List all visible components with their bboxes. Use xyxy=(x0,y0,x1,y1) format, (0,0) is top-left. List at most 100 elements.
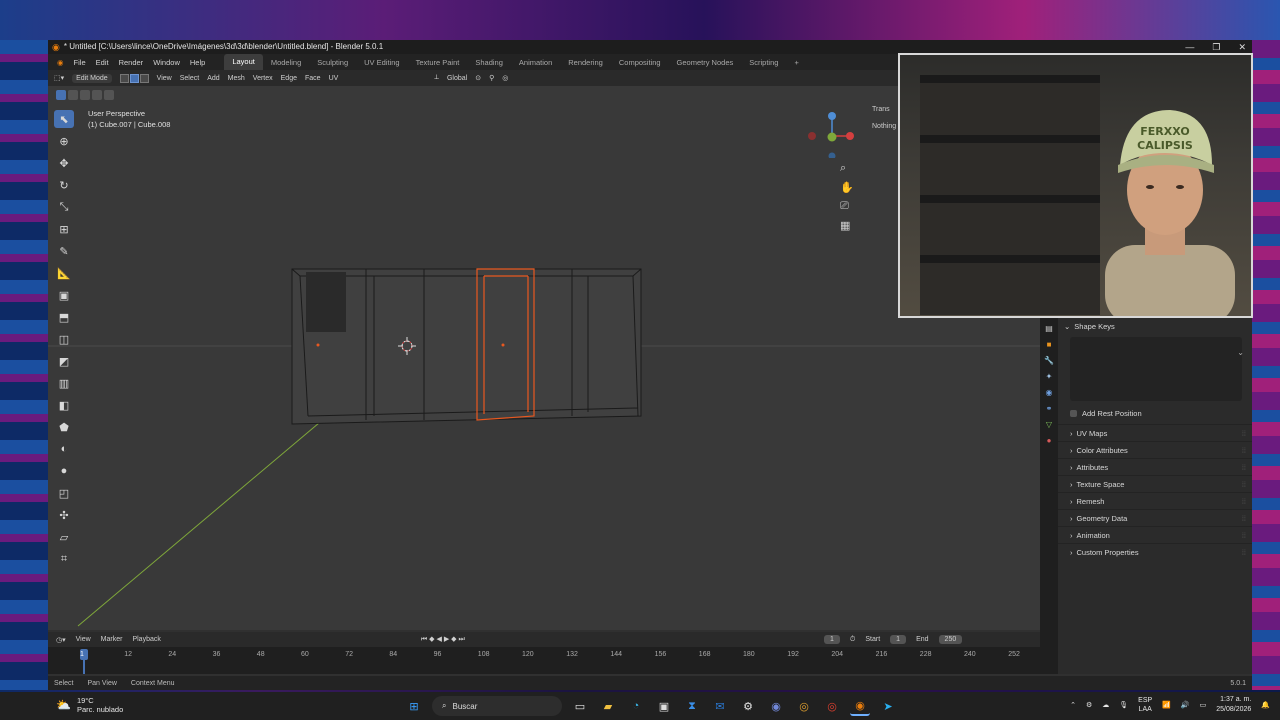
jump-start-icon[interactable]: ⏮ xyxy=(421,636,427,643)
drag-grip-icon[interactable]: ⁞⁞ xyxy=(1242,476,1246,493)
menu-edit[interactable]: Edit xyxy=(91,58,114,67)
shear-tool-icon[interactable]: ▱ xyxy=(54,528,74,546)
shape-keys-panel-header[interactable]: ⌄ Shape Keys xyxy=(1058,318,1252,335)
shape-key-specials-icon[interactable]: ⌄ xyxy=(1237,348,1244,357)
tab-sculpting[interactable]: Sculpting xyxy=(309,58,356,67)
annotate-tool-icon[interactable]: ✎ xyxy=(54,242,74,260)
editor-type-icon[interactable]: ⬚▾ xyxy=(54,74,64,82)
tray-chevron-icon[interactable]: ⌃ xyxy=(1070,701,1076,709)
prev-key-icon[interactable]: ◆ xyxy=(429,636,434,643)
smooth-tool-icon[interactable]: ● xyxy=(54,462,74,480)
scale-tool-icon[interactable]: ⤡ xyxy=(54,198,74,216)
timeline-ruler[interactable]: 1 12 24 36 48 60 72 84 96 108 120 132 144 156 168 180 19… xyxy=(48,647,1040,674)
timeline-menu-view[interactable]: View xyxy=(76,636,91,643)
maximize-button[interactable]: ❐ xyxy=(1212,40,1220,54)
poly-build-tool-icon[interactable]: ⬟ xyxy=(54,418,74,436)
tab-modeling[interactable]: Modeling xyxy=(263,58,309,67)
tray-mic-icon[interactable]: 🎙 xyxy=(1119,701,1128,709)
menu-add[interactable]: Add xyxy=(207,75,219,82)
menu-select[interactable]: Select xyxy=(180,75,199,82)
drag-grip-icon[interactable]: ⁞⁞ xyxy=(1242,442,1246,459)
object-props-icon[interactable]: ■ xyxy=(1047,340,1052,349)
tab-shading[interactable]: Shading xyxy=(467,58,511,67)
data-props-icon[interactable]: ▽ xyxy=(1046,420,1052,429)
pivot-icon[interactable]: ⊙ xyxy=(475,74,481,82)
bevel-tool-icon[interactable]: ◩ xyxy=(54,352,74,370)
discord-icon[interactable]: ◉ xyxy=(766,696,786,716)
mode-dropdown[interactable]: Edit Mode xyxy=(72,73,112,83)
outlook-icon[interactable]: ✉ xyxy=(710,696,730,716)
camera-view-icon[interactable]: ⎚ xyxy=(840,200,854,213)
minimize-button[interactable]: — xyxy=(1185,40,1194,54)
modifier-props-icon[interactable]: 🔧 xyxy=(1044,356,1054,365)
close-button[interactable]: ✕ xyxy=(1238,40,1246,54)
inset-tool-icon[interactable]: ◫ xyxy=(54,330,74,348)
perspective-grid-icon[interactable]: ▦ xyxy=(840,219,854,232)
drag-grip-icon[interactable]: ⁞⁞ xyxy=(1242,493,1246,510)
tab-uv-editing[interactable]: UV Editing xyxy=(356,58,407,67)
shape-keys-list[interactable] xyxy=(1070,337,1242,401)
measure-tool-icon[interactable]: 📐 xyxy=(54,264,74,282)
panel-attributes[interactable]: › Attributes ⁞⁞ xyxy=(1058,458,1252,475)
select-extend-icon[interactable] xyxy=(68,90,78,100)
task-view-icon[interactable]: ▭ xyxy=(570,696,590,716)
panel-texture-space[interactable]: › Texture Space ⁞⁞ xyxy=(1058,475,1252,492)
chrome-icon[interactable]: ◎ xyxy=(794,696,814,716)
panel-custom-properties[interactable]: › Custom Properties ⁞⁞ xyxy=(1058,543,1252,560)
select-intersect-icon[interactable] xyxy=(104,90,114,100)
taskbar-search[interactable]: ⌕ Buscar xyxy=(432,696,562,716)
tray-cloud-icon[interactable]: ☁ xyxy=(1102,701,1109,709)
panel-geometry-data[interactable]: › Geometry Data ⁞⁞ xyxy=(1058,509,1252,526)
chrome-profile-icon[interactable]: ◎ xyxy=(822,696,842,716)
select-invert-icon[interactable] xyxy=(92,90,102,100)
face-select-icon[interactable] xyxy=(139,73,149,83)
add-rest-position-row[interactable]: Add Rest Position xyxy=(1058,401,1252,424)
panel-remesh[interactable]: › Remesh ⁞⁞ xyxy=(1058,492,1252,509)
sidebar-transform-panel[interactable]: Trans Nothing xyxy=(872,106,896,130)
edge-select-icon[interactable] xyxy=(129,73,139,83)
add-cube-tool-icon[interactable]: ▣ xyxy=(54,286,74,304)
pan-hand-icon[interactable]: ✋ xyxy=(840,181,854,194)
play-icon[interactable]: ▶ xyxy=(444,636,449,643)
tab-layout[interactable]: Layout xyxy=(224,54,263,70)
menu-window[interactable]: Window xyxy=(148,58,185,67)
current-frame-field[interactable]: 1 xyxy=(824,635,840,644)
pen-app-icon[interactable]: ➤ xyxy=(878,696,898,716)
extrude-tool-icon[interactable]: ⬒ xyxy=(54,308,74,326)
battery-icon[interactable]: ▭ xyxy=(1200,701,1207,709)
select-box-icon[interactable] xyxy=(56,90,66,100)
notification-bell-icon[interactable]: 🔔 xyxy=(1261,701,1270,709)
material-props-icon[interactable]: ● xyxy=(1047,436,1052,445)
tab-rendering[interactable]: Rendering xyxy=(560,58,611,67)
loop-cut-tool-icon[interactable]: ▥ xyxy=(54,374,74,392)
select-tool-icon[interactable]: ⬉ xyxy=(54,110,74,128)
settings-gear-icon[interactable]: ⚙ xyxy=(738,696,758,716)
particle-props-icon[interactable]: ✦ xyxy=(1046,372,1053,381)
menu-help[interactable]: Help xyxy=(185,58,210,67)
wifi-icon[interactable]: 📶 xyxy=(1162,701,1171,709)
move-tool-icon[interactable]: ✥ xyxy=(54,154,74,172)
3d-viewport[interactable]: User Perspective (1) Cube.007 | Cube.008… xyxy=(48,86,1040,630)
drag-grip-icon[interactable]: ⁞⁞ xyxy=(1242,527,1246,544)
tab-texture-paint[interactable]: Texture Paint xyxy=(408,58,468,67)
proportional-edit-icon[interactable]: ◎ xyxy=(502,74,508,82)
physics-props-icon[interactable]: ◉ xyxy=(1046,388,1053,397)
tab-scripting[interactable]: Scripting xyxy=(741,58,786,67)
sidebar-transform-tab[interactable]: Trans xyxy=(872,106,896,113)
windows-start-icon[interactable]: ⊞ xyxy=(404,696,424,716)
edge-browser-icon[interactable]: ◔ xyxy=(626,696,646,716)
store-icon[interactable]: ▣ xyxy=(654,696,674,716)
blender-menu-icon[interactable]: ◉ xyxy=(52,58,69,67)
drag-grip-icon[interactable]: ⁞⁞ xyxy=(1242,510,1246,527)
add-workspace-button[interactable]: + xyxy=(786,58,806,67)
panel-uv-maps[interactable]: › UV Maps ⁞⁞ xyxy=(1058,424,1252,441)
tab-animation[interactable]: Animation xyxy=(511,58,560,67)
menu-view[interactable]: View xyxy=(157,75,172,82)
play-reverse-icon[interactable]: ◀ xyxy=(436,636,441,643)
tray-app-icon[interactable]: ⚙ xyxy=(1086,701,1092,709)
menu-face[interactable]: Face xyxy=(305,75,321,82)
menu-file[interactable]: File xyxy=(69,58,91,67)
drag-grip-icon[interactable]: ⁞⁞ xyxy=(1242,459,1246,476)
menu-vertex[interactable]: Vertex xyxy=(253,75,273,82)
select-subtract-icon[interactable] xyxy=(80,90,90,100)
